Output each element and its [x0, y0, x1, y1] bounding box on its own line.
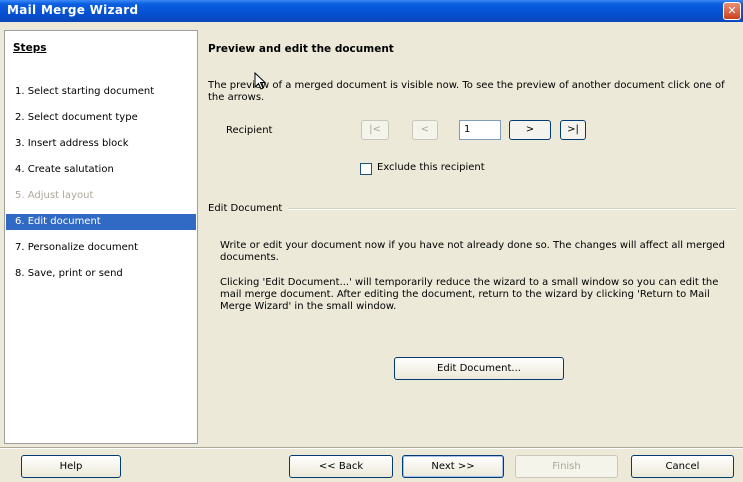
step-item[interactable]: 4. Create salutation [6, 162, 196, 178]
recipient-label: Recipient [226, 125, 273, 136]
edit-document-button[interactable]: Edit Document... [394, 357, 564, 380]
finish-button[interactable]: Finish [515, 455, 618, 478]
next-button[interactable]: Next >> [402, 455, 504, 478]
title-bar[interactable]: Mail Merge Wizard ✕ [0, 0, 743, 22]
step-item[interactable]: 6. Edit document [6, 214, 196, 230]
next-recipient-button[interactable]: > [509, 120, 551, 140]
step-item[interactable]: 7. Personalize document [6, 240, 196, 256]
last-recipient-button[interactable]: >| [560, 120, 586, 140]
window-title: Mail Merge Wizard [7, 3, 139, 17]
edit-document-section-label: Edit Document [208, 203, 283, 214]
mail-merge-wizard-dialog: Mail Merge Wizard ✕ Steps 1. Select star… [0, 0, 743, 482]
back-button[interactable]: << Back [289, 455, 393, 478]
edit-instructions: Write or edit your document now if you h… [220, 240, 725, 263]
help-button[interactable]: Help [21, 455, 121, 478]
close-icon[interactable]: ✕ [723, 2, 741, 20]
section-divider [288, 208, 736, 210]
step-item[interactable]: 2. Select document type [6, 110, 196, 126]
step-item[interactable]: 1. Select starting document [6, 84, 196, 100]
edit-document-explanation: Clicking 'Edit Document...' will tempora… [220, 277, 719, 312]
step-item: 5. Adjust layout [15, 190, 94, 201]
exclude-recipient-label[interactable]: Exclude this recipient [377, 162, 485, 173]
exclude-recipient-checkbox[interactable] [360, 163, 372, 175]
previous-recipient-button[interactable]: < [412, 120, 438, 140]
steps-panel: Steps 1. Select starting document 2. Sele… [4, 30, 198, 444]
footer-divider [0, 447, 743, 449]
steps-heading: Steps [13, 42, 47, 54]
first-recipient-button[interactable]: |< [361, 120, 389, 140]
recipient-number-field[interactable]: 1 [459, 120, 501, 140]
step-item[interactable]: 3. Insert address block [6, 136, 196, 152]
page-title: Preview and edit the document [208, 43, 394, 55]
step-item[interactable]: 8. Save, print or send [6, 266, 196, 282]
cancel-button[interactable]: Cancel [631, 455, 734, 478]
mouse-pointer-icon [254, 72, 266, 90]
preview-description: The preview of a merged document is visi… [208, 80, 725, 103]
